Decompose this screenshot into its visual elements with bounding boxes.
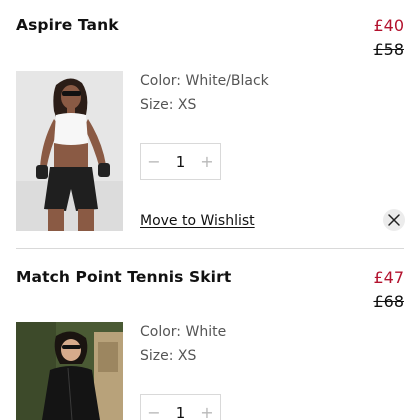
quantity-value[interactable]: 1	[167, 153, 194, 171]
decrement-button[interactable]: −	[141, 144, 167, 179]
move-to-wishlist-link[interactable]: Move to Wishlist	[140, 213, 255, 229]
product-name[interactable]: Match Point Tennis Skirt	[16, 268, 231, 286]
product-name[interactable]: Aspire Tank	[16, 16, 119, 34]
quantity-stepper: − 1 +	[140, 143, 221, 180]
remove-item-button[interactable]	[383, 209, 405, 231]
original-price: £58	[373, 40, 404, 59]
sale-price: £47	[373, 268, 404, 287]
decrement-button[interactable]: −	[141, 395, 167, 420]
product-color: Color: White	[140, 324, 227, 340]
sale-price: £40	[373, 16, 404, 35]
close-icon	[387, 213, 401, 227]
cart-item-list: Aspire Tank £40 £58 Color: White/Black S…	[0, 0, 420, 420]
product-image[interactable]	[16, 71, 123, 231]
increment-button[interactable]: +	[194, 144, 220, 179]
cart-item: Aspire Tank £40 £58 Color: White/Black S…	[0, 0, 420, 250]
item-divider	[16, 248, 404, 249]
quantity-stepper: − 1 +	[140, 394, 221, 420]
product-size: Size: XS	[140, 97, 197, 113]
increment-button[interactable]: +	[194, 395, 220, 420]
product-size: Size: XS	[140, 348, 197, 364]
product-color: Color: White/Black	[140, 73, 269, 89]
quantity-value[interactable]: 1	[167, 404, 194, 420]
cart-item: Match Point Tennis Skirt £47 £68 Color: …	[0, 250, 420, 420]
original-price: £68	[373, 292, 404, 311]
product-image[interactable]	[16, 322, 123, 420]
